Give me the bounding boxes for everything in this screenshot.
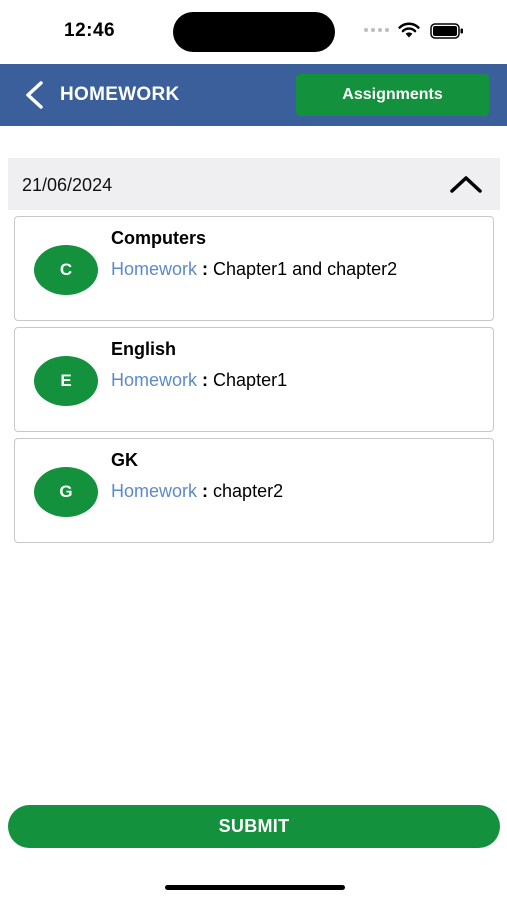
homework-card-english[interactable]: E English Homework : Chapter1 [14, 327, 494, 432]
subject-name: GK [111, 450, 138, 470]
subject-name: English [111, 339, 177, 359]
back-chevron-icon[interactable] [22, 80, 46, 110]
subject-avatar: C [34, 245, 98, 295]
homework-separator: : [197, 259, 214, 279]
dynamic-island [173, 12, 335, 52]
subject-name: Computers [111, 228, 207, 248]
battery-icon [430, 23, 463, 39]
homework-line: Homework : chapter2 [111, 481, 283, 502]
homework-line: Homework : Chapter1 and chapter2 [111, 259, 397, 280]
homework-detail: Chapter1 and chapter2 [213, 259, 398, 279]
date-accordion-header[interactable]: 21/06/2024 [8, 158, 500, 210]
chevron-up-icon[interactable] [448, 172, 484, 196]
status-time: 12:46 [64, 20, 116, 41]
assignments-button[interactable]: Assignments [296, 74, 489, 116]
app-header: HOMEWORK Assignments [0, 64, 507, 126]
homework-link[interactable]: Homework [111, 370, 197, 390]
homework-separator: : [197, 481, 214, 501]
homework-card-gk[interactable]: G GK Homework : chapter2 [14, 438, 494, 543]
home-indicator[interactable] [165, 885, 345, 890]
homework-link[interactable]: Homework [111, 259, 197, 279]
homework-link[interactable]: Homework [111, 481, 197, 501]
date-label: 21/06/2024 [22, 175, 113, 195]
cellular-signal-icon [364, 26, 390, 34]
homework-detail: chapter2 [213, 481, 284, 501]
subject-avatar: G [34, 467, 98, 517]
homework-detail: Chapter1 [213, 370, 288, 390]
wifi-icon [398, 22, 420, 38]
homework-card-computers[interactable]: C Computers Homework : Chapter1 and chap… [14, 216, 494, 321]
homework-separator: : [197, 370, 214, 390]
subject-avatar: E [34, 356, 98, 406]
homework-line: Homework : Chapter1 [111, 370, 287, 391]
page-title: HOMEWORK [60, 84, 180, 105]
submit-button[interactable]: SUBMIT [8, 805, 500, 848]
status-bar: 12:46 [0, 0, 507, 64]
